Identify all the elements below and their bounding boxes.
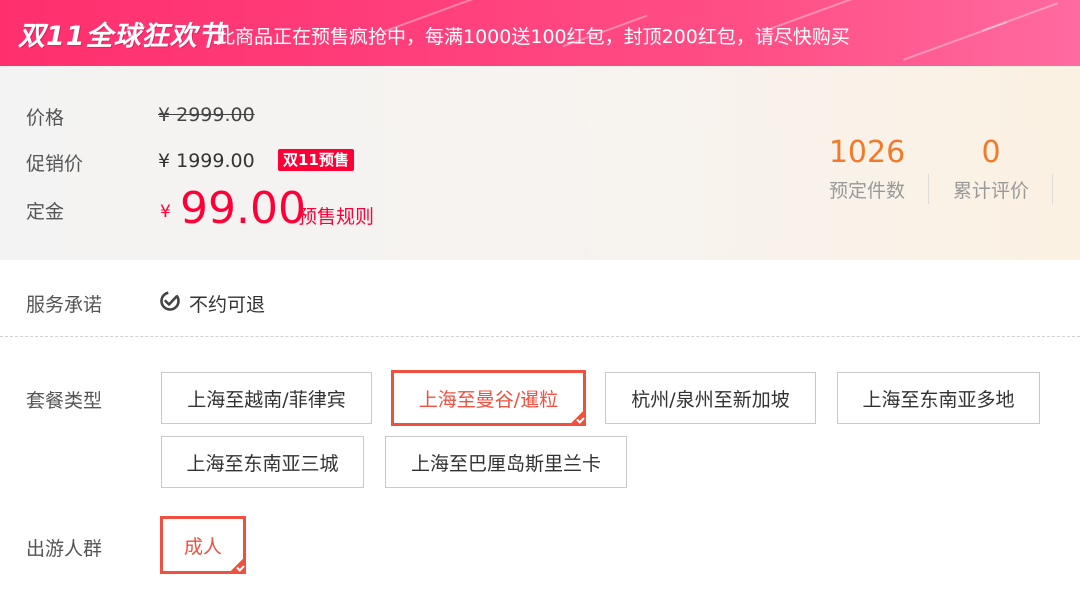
stat-divider [1052, 174, 1053, 204]
presale-rule-link[interactable]: 预售规则 [298, 202, 374, 229]
stat-reserved-value: 1026 [828, 135, 906, 170]
promo-badge: 双11预售 [278, 149, 354, 171]
package-option-label: 上海至越南/菲律宾 [187, 388, 346, 411]
stat-reserved: 1026 预定件数 [806, 135, 928, 203]
promo-notice: 此商品正在预售疯抢中，每满1000送100红包，封顶200红包，请尽快购买 [216, 26, 850, 48]
stat-reserved-caption: 预定件数 [828, 180, 905, 202]
deposit-label: 定金 [26, 201, 65, 223]
deposit-currency: ¥ [160, 202, 171, 222]
promo-price: ¥ 1999.00 [158, 150, 255, 172]
stat-reviews-caption: 累计评价 [952, 180, 1029, 202]
check-circle-icon [160, 291, 180, 311]
selected-check-icon [228, 556, 246, 574]
package-label: 套餐类型 [26, 390, 103, 412]
package-option-label: 杭州/泉州至新加坡 [631, 388, 790, 411]
package-option[interactable]: 杭州/泉州至新加坡 [605, 372, 816, 424]
package-option[interactable]: 上海至东南亚三城 [161, 436, 364, 488]
stat-reviews[interactable]: 0 累计评价 [930, 135, 1052, 203]
section-divider [0, 336, 1080, 337]
stat-reviews-value: 0 [981, 135, 1001, 170]
package-option[interactable]: 上海至巴厘岛斯里兰卡 [385, 436, 627, 488]
package-option-selected[interactable]: 上海至曼谷/暹粒 [391, 370, 586, 426]
package-option-label: 上海至曼谷/暹粒 [418, 388, 559, 411]
package-option[interactable]: 上海至东南亚多地 [837, 372, 1040, 424]
traveler-label: 出游人群 [26, 538, 103, 560]
package-option[interactable]: 上海至越南/菲律宾 [161, 372, 372, 424]
promo-banner: 双11全球狂欢节 此商品正在预售疯抢中，每满1000送100红包，封顶200红包… [0, 0, 1080, 66]
stat-divider [928, 174, 929, 204]
package-option-label: 上海至东南亚三城 [186, 452, 339, 475]
service-label: 服务承诺 [26, 294, 103, 316]
package-option-label: 上海至东南亚多地 [862, 388, 1015, 411]
brand-logo-text: 双11全球狂欢节 [18, 20, 226, 52]
promo-price-label: 促销价 [26, 153, 84, 175]
traveler-option-label: 成人 [183, 535, 222, 558]
traveler-option-selected[interactable]: 成人 [160, 516, 246, 574]
double11-logo: 双11全球狂欢节 [18, 14, 226, 52]
price-label: 价格 [26, 107, 65, 129]
deposit-amount: 99.00 [180, 183, 306, 234]
package-option-label: 上海至巴厘岛斯里兰卡 [410, 452, 601, 475]
selected-check-icon [568, 408, 586, 426]
original-price: ¥ 2999.00 [158, 104, 255, 126]
service-item: 不约可退 [189, 294, 266, 316]
